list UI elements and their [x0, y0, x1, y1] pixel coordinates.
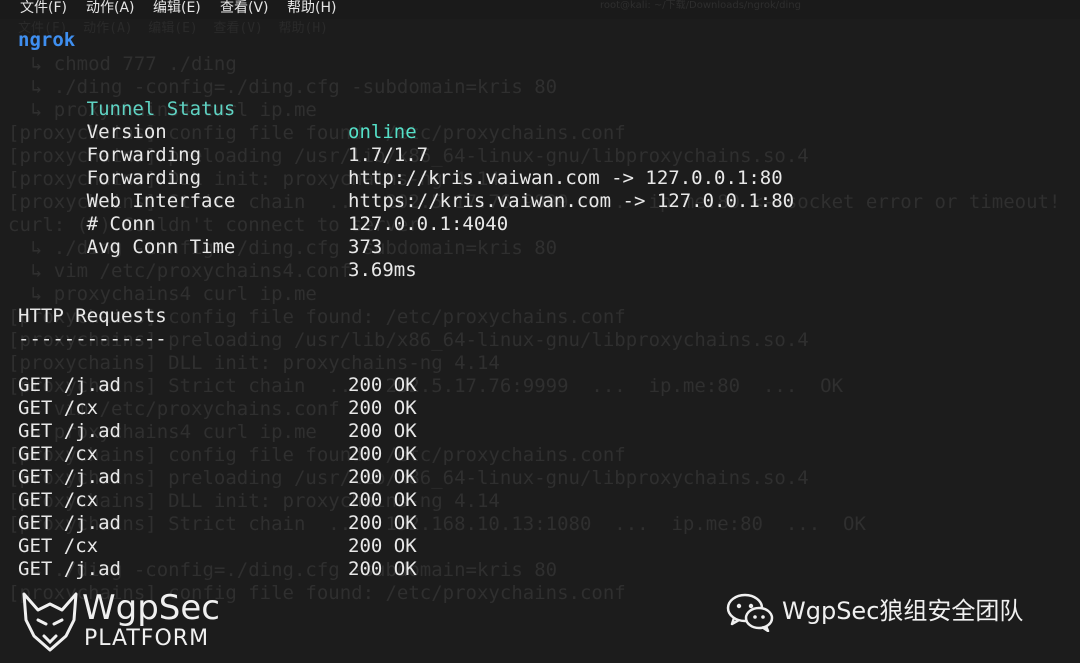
request-status: 200 OK: [348, 420, 417, 442]
request-path: GET /cx: [18, 443, 99, 465]
request-path: GET /cx: [18, 489, 99, 511]
request-status: 200 OK: [348, 489, 417, 511]
wechat-account-mark: WgpSec狼组安全团队: [726, 592, 1066, 632]
info-row-avg-conn-time: Avg Conn Time 3.69ms: [18, 213, 818, 305]
ghost-window-title: root@kali: ~/下载/Downloads/ngrok/ding: [600, 0, 801, 11]
menubar: 文件(F) 动作(A) 编辑(E) 查看(V) 帮助(H) root@kali:…: [0, 0, 1080, 19]
request-path: GET /j.ad: [18, 466, 121, 488]
logo-title: WgpSec: [82, 588, 220, 628]
request-status: 200 OK: [348, 512, 417, 534]
wolf-head-icon: [22, 592, 78, 652]
logo-subtitle: PLATFORM: [84, 626, 210, 651]
request-status: 200 OK: [348, 535, 417, 557]
request-path: GET /j.ad: [18, 558, 121, 580]
request-status: 200 OK: [348, 466, 417, 488]
request-row: GET /j.ad 200 OK: [18, 466, 818, 489]
request-row: GET /cx 200 OK: [18, 443, 818, 466]
request-path: GET /cx: [18, 397, 99, 419]
wechat-icon: [726, 593, 774, 632]
request-row: GET /j.ad 200 OK: [18, 374, 818, 397]
menu-action[interactable]: 动作(A): [86, 0, 135, 17]
request-row: GET /j.ad 200 OK: [18, 420, 818, 443]
request-path: GET /j.ad: [18, 374, 121, 396]
requests-rule: -------------: [18, 328, 167, 350]
info-label: Avg Conn Time: [86, 236, 236, 258]
ghost-line: [proxychains] DLL init: proxychains-ng 4…: [8, 352, 500, 374]
wgpsec-platform-logo: WgpSec PLATFORM: [20, 588, 230, 654]
request-status: 200 OK: [348, 443, 417, 465]
request-row: GET /j.ad 200 OK: [18, 512, 818, 535]
app-name: ngrok: [18, 29, 76, 51]
request-path: GET /j.ad: [18, 512, 121, 534]
request-path: GET /j.ad: [18, 420, 121, 442]
request-status: 200 OK: [348, 374, 417, 396]
menu-edit[interactable]: 编辑(E): [153, 0, 201, 17]
menu-file[interactable]: 文件(F): [20, 0, 67, 17]
info-value: 3.69ms: [348, 259, 417, 281]
request-path: GET /cx: [18, 535, 99, 557]
menu-view[interactable]: 查看(V): [220, 0, 269, 17]
terminal-window[interactable]: 文件(F) 动作(A) 编辑(E) 查看(V) 帮助(H) ↳ chmod 77…: [0, 19, 1080, 663]
menu-help[interactable]: 帮助(H): [287, 0, 336, 17]
request-status: 200 OK: [348, 397, 417, 419]
request-row: GET /cx 200 OK: [18, 489, 818, 512]
request-row: GET /cx 200 OK: [18, 397, 818, 420]
request-row: GET /j.ad 200 OK: [18, 558, 818, 581]
requests-heading: HTTP Requests: [18, 305, 167, 327]
request-status: 200 OK: [348, 558, 417, 580]
wechat-account-name: WgpSec狼组安全团队: [782, 597, 1024, 625]
request-row: GET /cx 200 OK: [18, 535, 818, 558]
ghost-line: ↳ chmod 777 ./ding: [8, 53, 237, 75]
